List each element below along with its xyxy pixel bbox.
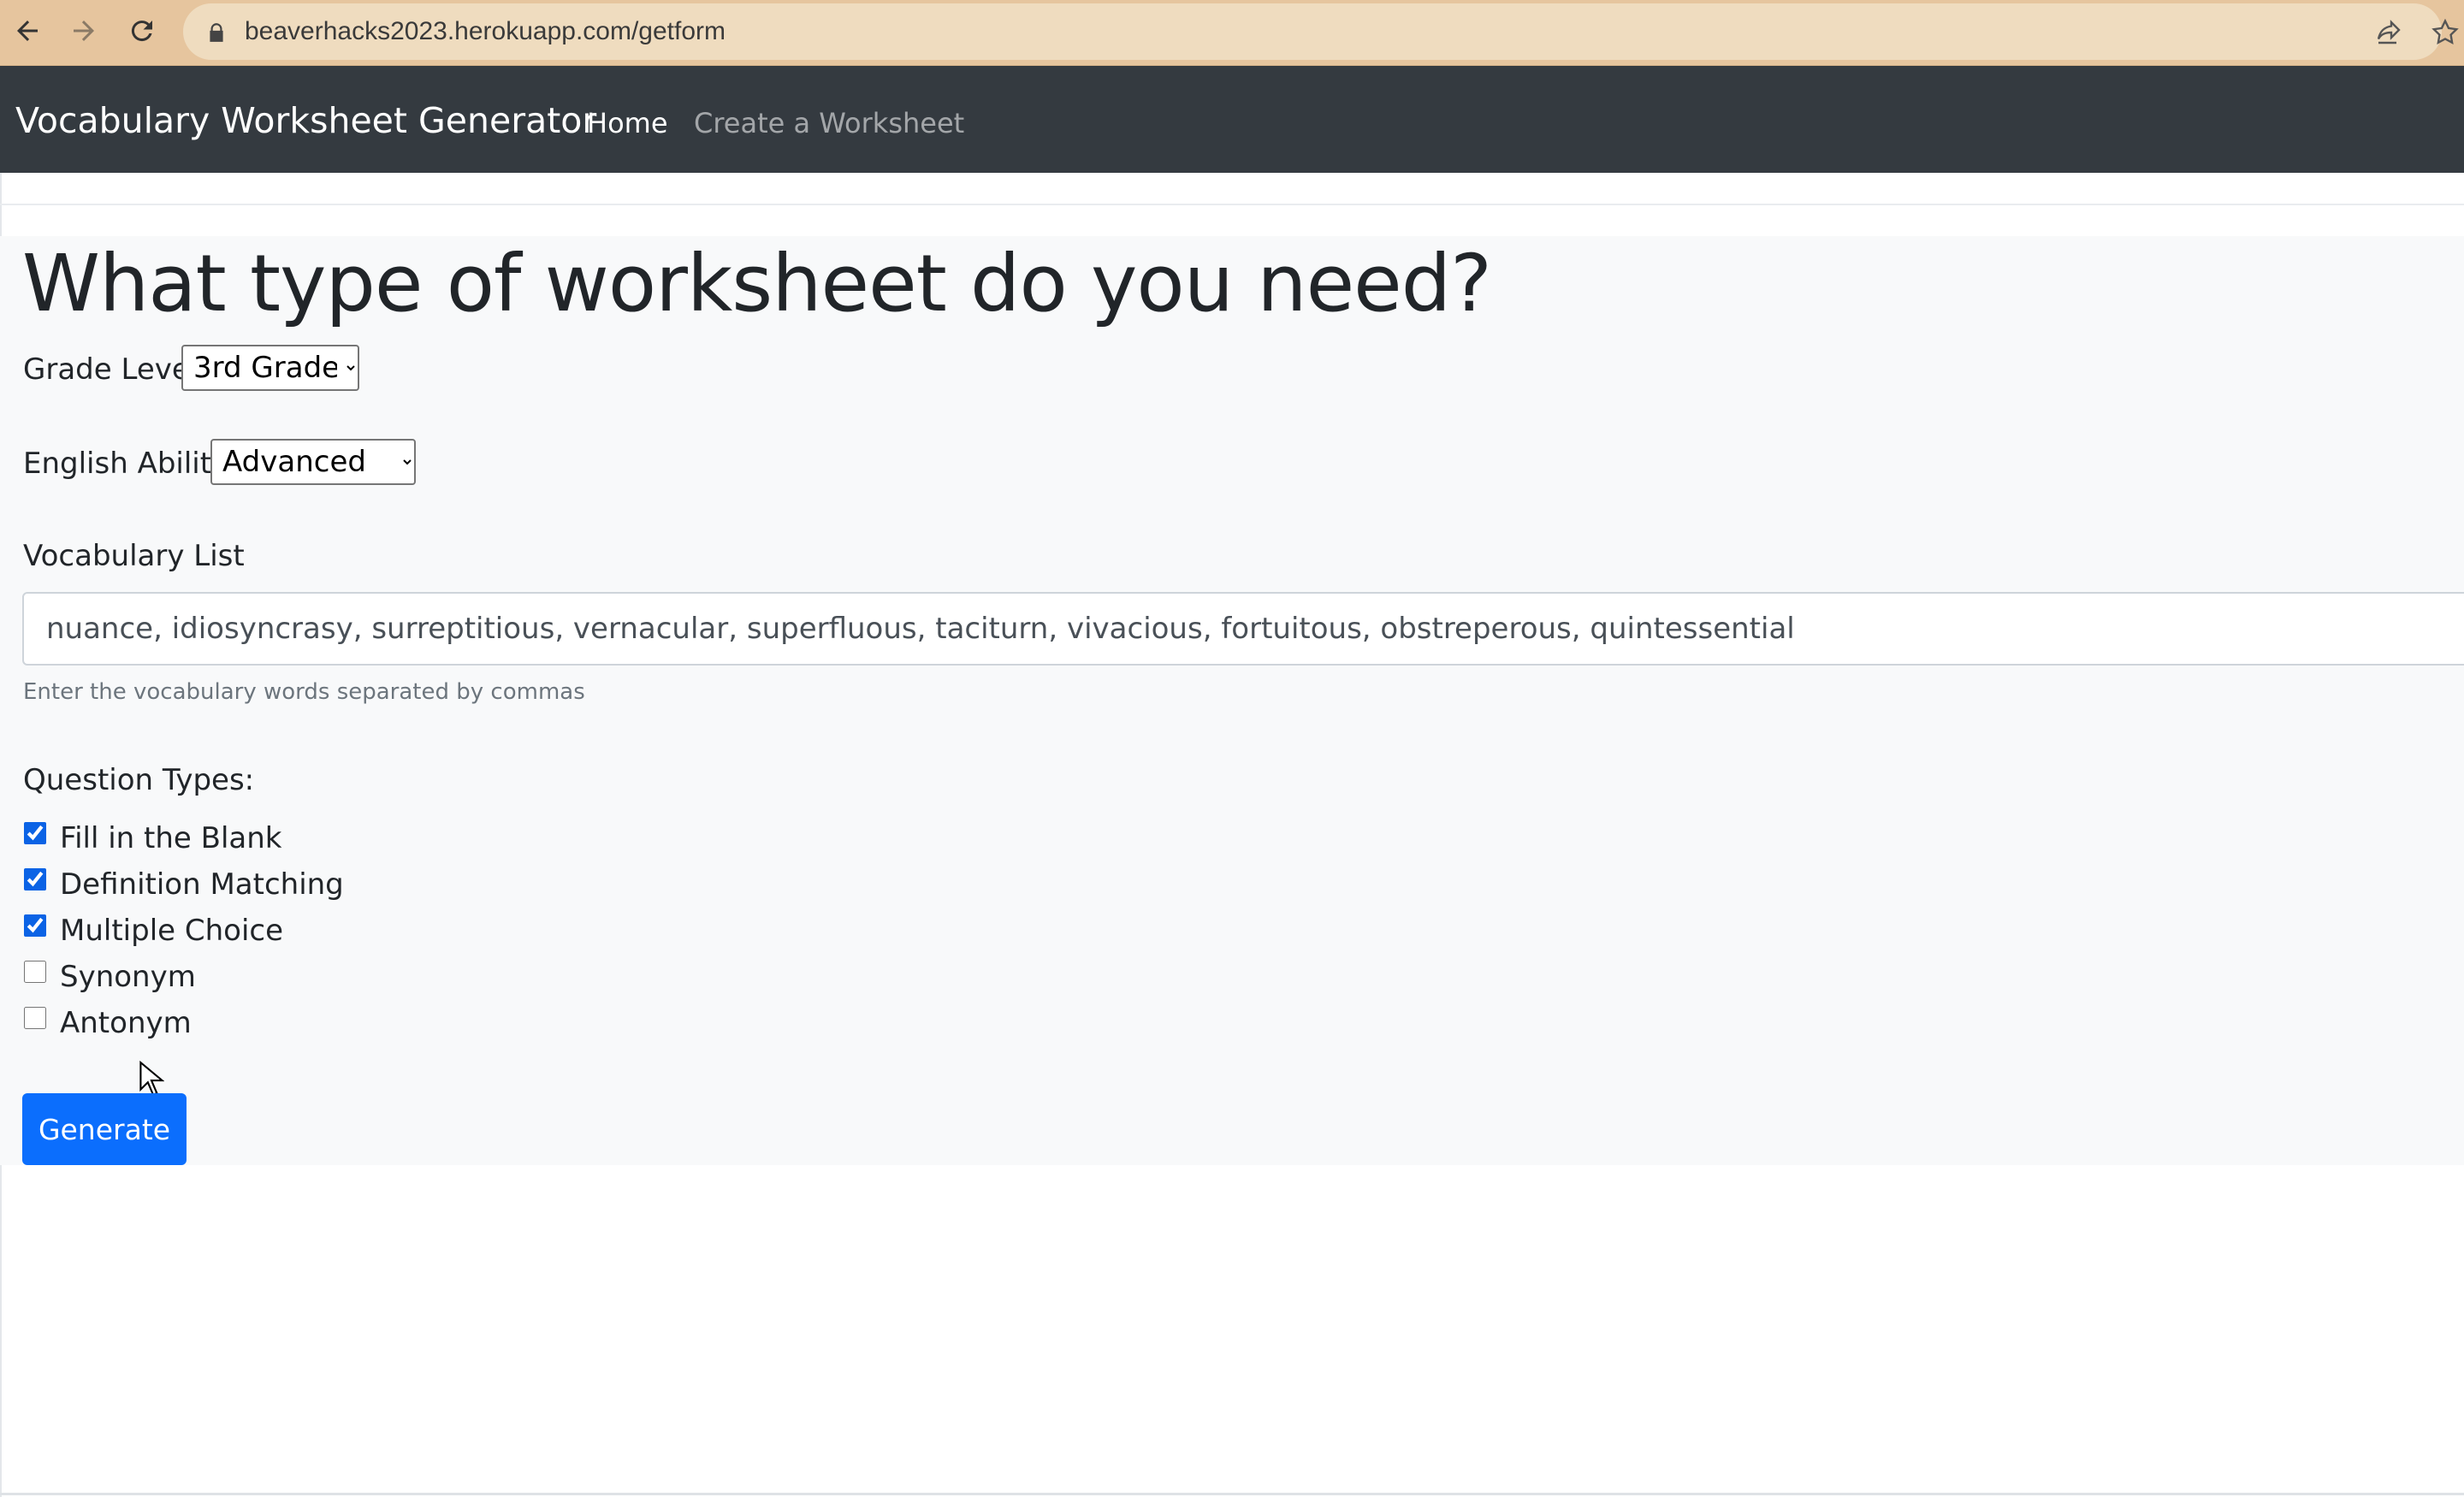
definition-matching-checkbox[interactable] (24, 868, 46, 891)
vocabulary-help-text: Enter the vocabulary words separated by … (23, 679, 585, 705)
question-type-definition-matching[interactable]: Definition Matching (22, 867, 344, 902)
reload-icon[interactable] (125, 12, 159, 50)
back-icon[interactable] (10, 12, 44, 50)
question-type-multiple-choice[interactable]: Multiple Choice (22, 914, 283, 948)
generate-button[interactable]: Generate (22, 1093, 187, 1165)
page-title: What type of worksheet do you need? (22, 238, 1492, 329)
fill-blank-checkbox[interactable] (24, 822, 46, 844)
synonym-label[interactable]: Synonym (60, 960, 196, 994)
lock-icon[interactable] (205, 21, 228, 44)
url-text[interactable]: beaverhacks2023.herokuapp.com/getform (245, 17, 726, 46)
question-types-label: Question Types: (23, 763, 255, 797)
antonym-checkbox[interactable] (24, 1007, 46, 1029)
divider (0, 204, 2464, 205)
grade-level-select[interactable]: 3rd Grade (181, 345, 359, 391)
question-type-fill-blank[interactable]: Fill in the Blank (22, 821, 281, 855)
app-navbar: Vocabulary Worksheet Generator Home Crea… (0, 66, 2464, 173)
grade-level-label: Grade Level (23, 352, 198, 387)
mouse-cursor-icon (139, 1061, 164, 1097)
nav-home-link[interactable]: Home (587, 107, 668, 139)
fill-blank-label[interactable]: Fill in the Blank (60, 821, 281, 855)
brand-title[interactable]: Vocabulary Worksheet Generator (15, 100, 596, 141)
forward-icon[interactable] (67, 12, 101, 50)
bottom-border (0, 1493, 2464, 1495)
antonym-label[interactable]: Antonym (60, 1006, 192, 1040)
multiple-choice-label[interactable]: Multiple Choice (60, 914, 283, 948)
share-icon[interactable] (2373, 17, 2404, 48)
english-ability-label: English Ability (23, 447, 229, 481)
multiple-choice-checkbox[interactable] (24, 914, 46, 937)
question-type-synonym[interactable]: Synonym (22, 960, 196, 994)
vocabulary-list-label: Vocabulary List (23, 539, 245, 573)
synonym-checkbox[interactable] (24, 961, 46, 983)
question-type-antonym[interactable]: Antonym (22, 1006, 192, 1040)
english-ability-select[interactable]: Advanced (210, 439, 416, 485)
vocabulary-input[interactable] (22, 592, 2464, 666)
address-bar[interactable]: beaverhacks2023.herokuapp.com/getform (183, 3, 2459, 60)
definition-matching-label[interactable]: Definition Matching (60, 867, 344, 902)
nav-create-worksheet-link[interactable]: Create a Worksheet (694, 107, 964, 139)
bookmark-star-icon[interactable] (2430, 17, 2461, 48)
browser-toolbar: beaverhacks2023.herokuapp.com/getform (0, 0, 2464, 66)
